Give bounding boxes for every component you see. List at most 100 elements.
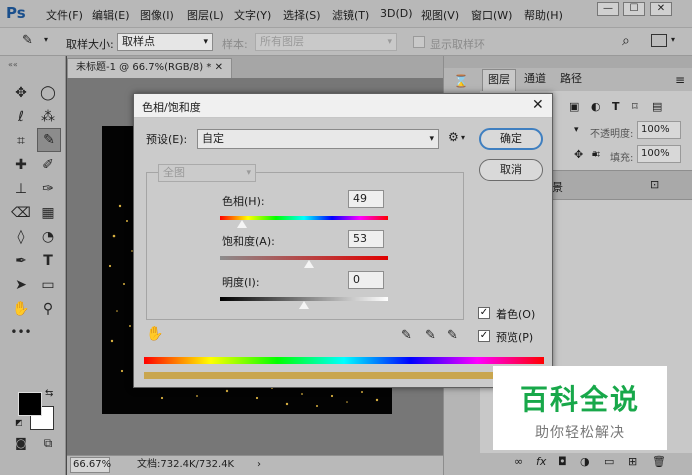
hue-saturation-dialog: 色相/饱和度 ✕ 预设(E): 自定 ▾ ⚙ ▾ 确定 取消 全图 ▾ 色相(H):… — [133, 93, 553, 388]
saturation-field[interactable]: 53 — [348, 230, 384, 248]
filter-adjust-icon[interactable]: ◐ — [591, 100, 601, 113]
lock-all-icon[interactable]: 🔒︎ — [592, 148, 597, 159]
panel-menu-icon[interactable]: ≡ — [675, 73, 685, 87]
healing-brush-icon[interactable]: ✚ — [10, 155, 32, 175]
marquee-tool-icon[interactable]: ◯ — [37, 83, 59, 103]
blur-tool-icon[interactable]: ◊ — [10, 227, 32, 247]
minimize-button[interactable]: — — [597, 2, 619, 16]
pen-tool-icon[interactable]: ✒ — [10, 251, 32, 271]
eyedropper-tool-icon[interactable]: ✎ — [37, 128, 61, 152]
rectangle-tool-icon[interactable]: ▭ — [37, 275, 59, 295]
preset-value: 自定 — [202, 132, 224, 145]
path-select-icon[interactable]: ➤ — [10, 275, 32, 295]
filter-type-icon[interactable]: T — [612, 100, 620, 113]
chevron-down-icon[interactable]: ▾ — [44, 35, 48, 44]
chevron-right-icon[interactable]: › — [257, 456, 261, 474]
brush-tool-icon[interactable]: ✐ — [37, 155, 59, 175]
search-icon[interactable]: ⌕ — [622, 33, 630, 49]
menu-image[interactable]: 图像(I) — [140, 7, 174, 23]
eraser-tool-icon[interactable]: ⌫ — [10, 203, 32, 223]
foreground-color-swatch[interactable] — [18, 392, 42, 416]
history-brush-icon[interactable]: ✑ — [37, 179, 59, 199]
menu-edit[interactable]: 编辑(E) — [92, 7, 130, 23]
stamp-tool-icon[interactable]: ⊥ — [10, 179, 32, 199]
menu-file[interactable]: 文件(F) — [46, 7, 83, 23]
swap-colors-icon[interactable]: ⇆ — [45, 388, 53, 399]
close-window-button[interactable]: ✕ — [650, 2, 672, 16]
document-tab[interactable]: 未标题-1 @ 66.7%(RGB/8) * ✕ — [67, 58, 232, 78]
menu-layer[interactable]: 图层(L) — [187, 7, 224, 23]
menu-3d[interactable]: 3D(D) — [380, 7, 413, 20]
chevron-down-icon[interactable]: ▾ — [574, 125, 579, 135]
workspace-icon[interactable] — [651, 34, 667, 47]
screen-mode-icon[interactable]: ⧉ — [37, 433, 59, 453]
adjustment-layer-icon[interactable]: ◑ — [580, 455, 590, 468]
new-layer-icon[interactable]: ⊞ — [628, 455, 637, 468]
tab-layers[interactable]: 图层 — [482, 69, 516, 91]
menu-filter[interactable]: 滤镜(T) — [332, 7, 369, 23]
preset-label: 预设(E): — [146, 133, 188, 146]
menu-select[interactable]: 选择(S) — [283, 7, 321, 23]
eyedropper-plus-icon[interactable]: ✎ — [425, 328, 436, 343]
lock-position-icon[interactable]: ✥ — [574, 148, 583, 161]
hue-field[interactable]: 49 — [348, 190, 384, 208]
eyedropper-icon[interactable]: ✎ — [22, 33, 33, 48]
saturation-slider-thumb[interactable] — [304, 260, 315, 268]
tab-paths[interactable]: 路径 — [554, 69, 588, 91]
chevron-down-icon[interactable]: ▾ — [671, 35, 675, 44]
chevron-down-icon[interactable]: ▾ — [461, 133, 465, 142]
default-colors-icon[interactable]: ◩ — [15, 418, 23, 427]
fill-field[interactable]: 100% — [637, 145, 681, 163]
menu-view[interactable]: 视图(V) — [421, 7, 459, 23]
magic-wand-icon[interactable]: ⁂ — [37, 107, 59, 127]
filter-shape-icon[interactable]: ⌑ — [632, 100, 638, 113]
zoom-field[interactable]: 66.67% — [70, 457, 111, 473]
maximize-button[interactable]: ☐ — [623, 2, 645, 16]
sample-select[interactable]: 所有图层 ▾ — [255, 33, 397, 51]
more-tools-icon[interactable]: ••• — [10, 322, 32, 342]
hand-tool-icon[interactable]: ✋ — [10, 299, 32, 319]
link-layers-icon[interactable]: ∞ — [514, 455, 523, 468]
filter-smart-icon[interactable]: ▤ — [652, 100, 662, 113]
menu-help[interactable]: 帮助(H) — [524, 7, 563, 23]
fx-icon[interactable]: fx — [536, 455, 546, 468]
hand-adjust-icon[interactable]: ✋ — [146, 326, 163, 342]
eyedropper-minus-icon[interactable]: ✎ — [447, 328, 458, 343]
hue-value: 49 — [353, 192, 367, 205]
lightness-field[interactable]: 0 — [348, 271, 384, 289]
sample-size-label: 取样大小: — [66, 38, 114, 51]
menu-bar: Ps 文件(F) 编辑(E) 图像(I) 图层(L) 文字(Y) 选择(S) 滤… — [0, 0, 692, 28]
channel-select[interactable]: 全图 ▾ — [158, 164, 256, 182]
new-group-icon[interactable]: ▭ — [604, 455, 614, 468]
filter-image-icon[interactable]: ▣ — [569, 100, 579, 113]
lightness-slider-thumb[interactable] — [299, 301, 309, 309]
close-icon[interactable]: ✕ — [215, 59, 223, 77]
opacity-field[interactable]: 100% — [637, 121, 681, 139]
gear-icon[interactable]: ⚙ — [448, 130, 459, 144]
lasso-tool-icon[interactable]: ℓ — [10, 107, 32, 127]
preset-select[interactable]: 自定 ▾ — [197, 129, 439, 149]
move-tool-icon[interactable]: ✥ — [10, 83, 32, 103]
close-icon[interactable]: ✕ — [532, 97, 544, 113]
preview-checkbox[interactable]: ✓ — [478, 330, 490, 342]
dodge-tool-icon[interactable]: ◔ — [37, 227, 59, 247]
tab-channels[interactable]: 通道 — [518, 69, 552, 91]
add-mask-icon[interactable]: ◘ — [558, 455, 567, 468]
show-ring-checkbox[interactable] — [413, 36, 425, 48]
type-tool-icon[interactable]: T — [37, 251, 59, 271]
collapse-arrows-icon[interactable]: «« — [8, 60, 18, 69]
colorize-checkbox[interactable]: ✓ — [478, 307, 490, 319]
crop-tool-icon[interactable]: ⌗ — [10, 131, 32, 151]
trash-icon[interactable]: 🗑︎ — [652, 455, 666, 468]
zoom-tool-icon[interactable]: ⚲ — [37, 299, 59, 319]
opacity-value: 100% — [641, 124, 670, 135]
eyedropper-icon[interactable]: ✎ — [401, 328, 412, 343]
quick-mask-icon[interactable]: ◙ — [10, 433, 32, 453]
gradient-tool-icon[interactable]: ▦ — [37, 203, 59, 223]
cancel-button[interactable]: 取消 — [479, 159, 543, 181]
menu-window[interactable]: 窗口(W) — [471, 7, 512, 23]
ok-button[interactable]: 确定 — [479, 128, 543, 150]
menu-type[interactable]: 文字(Y) — [234, 7, 271, 23]
hue-slider-thumb[interactable] — [236, 220, 247, 228]
sample-size-select[interactable]: 取样点 ▾ — [117, 33, 213, 51]
